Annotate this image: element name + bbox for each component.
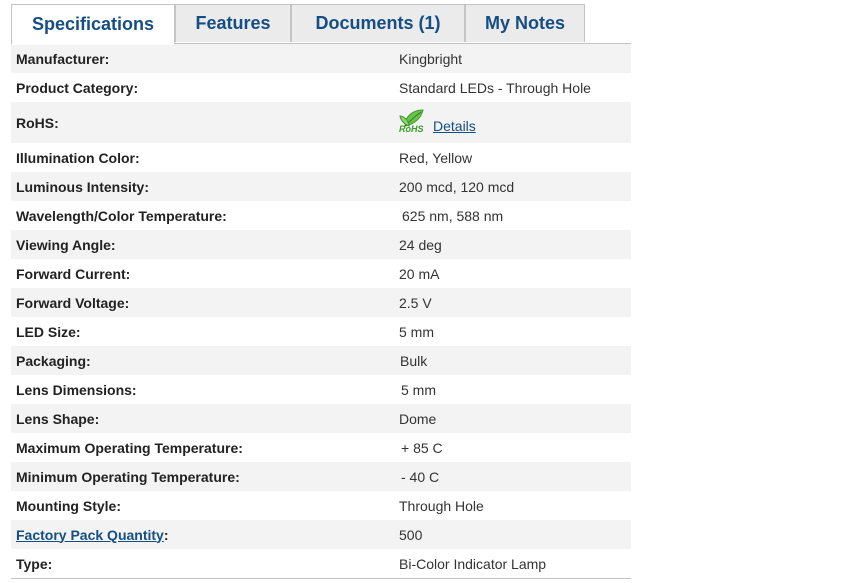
spec-value: Dome (399, 404, 631, 433)
spec-label: Lens Shape: (11, 404, 399, 433)
spec-label-factory-pack: Factory Pack Quantity: (11, 520, 399, 549)
spec-value: Through Hole (399, 491, 631, 520)
table-row: RoHS: RoHS Details (11, 102, 631, 143)
spec-value: 625 nm, 588 nm (399, 201, 631, 230)
table-row: Lens Dimensions: 5 mm (11, 375, 631, 404)
spec-value: 500 (399, 520, 631, 549)
spec-value: 20 mA (399, 259, 631, 288)
spec-value: 2.5 V (399, 288, 631, 317)
table-row: Forward Voltage: 2.5 V (11, 288, 631, 317)
spec-label: Type: (11, 549, 399, 578)
spec-label: RoHS: (11, 102, 399, 143)
table-row: Luminous Intensity: 200 mcd, 120 mcd (11, 172, 631, 201)
factory-pack-quantity-link[interactable]: Factory Pack Quantity (16, 527, 164, 543)
tab-documents[interactable]: Documents (1) (291, 4, 465, 42)
spec-value: - 40 C (399, 462, 631, 491)
spec-value: Kingbright (399, 44, 631, 73)
spec-value: Red, Yellow (399, 143, 631, 172)
spec-value: RoHS Details (399, 102, 631, 143)
spec-label: Viewing Angle: (11, 230, 399, 259)
table-row: Lens Shape: Dome (11, 404, 631, 433)
table-row: Product Category: Standard LEDs - Throug… (11, 73, 631, 102)
table-row: Mounting Style: Through Hole (11, 491, 631, 520)
tab-my-notes[interactable]: My Notes (465, 4, 585, 42)
rohs-compliance: RoHS Details (399, 108, 476, 134)
table-row: Wavelength/Color Temperature: 625 nm, 58… (11, 201, 631, 230)
table-row: Maximum Operating Temperature: + 85 C (11, 433, 631, 462)
table-row: LED Size: 5 mm (11, 317, 631, 346)
rohs-details-link[interactable]: Details (433, 118, 476, 134)
spec-value: Standard LEDs - Through Hole (399, 73, 631, 102)
specifications-table: Manufacturer: Kingbright Product Categor… (11, 44, 631, 578)
tab-bar: Specifications Features Documents (1) My… (11, 4, 585, 45)
table-row: Forward Current: 20 mA (11, 259, 631, 288)
label-colon: : (163, 526, 169, 543)
spec-label: Manufacturer: (11, 44, 399, 73)
tab-specifications[interactable]: Specifications (11, 4, 175, 45)
spec-label: Forward Current: (11, 259, 399, 288)
table-row: Packaging: Bulk (11, 346, 631, 375)
spec-value: 200 mcd, 120 mcd (399, 172, 631, 201)
table-bottom-border (11, 578, 631, 579)
table-row: Manufacturer: Kingbright (11, 44, 631, 73)
spec-label: LED Size: (11, 317, 399, 346)
spec-value: 24 deg (399, 230, 631, 259)
spec-value: 5 mm (399, 375, 631, 404)
table-row: Illumination Color: Red, Yellow (11, 143, 631, 172)
spec-label: Packaging: (11, 346, 399, 375)
rohs-badge-text: RoHS (399, 124, 424, 134)
spec-label: Lens Dimensions: (11, 375, 399, 404)
spec-value: 5 mm (399, 317, 631, 346)
table-row: Minimum Operating Temperature: - 40 C (11, 462, 631, 491)
spec-value: Bi-Color Indicator Lamp (399, 549, 631, 578)
spec-label: Luminous Intensity: (11, 172, 399, 201)
tab-features[interactable]: Features (175, 4, 291, 42)
table-row: Factory Pack Quantity: 500 (11, 520, 631, 549)
spec-label: Mounting Style: (11, 491, 399, 520)
table-row: Viewing Angle: 24 deg (11, 230, 631, 259)
spec-label: Wavelength/Color Temperature: (11, 201, 399, 230)
spec-value: Bulk (399, 346, 631, 375)
spec-label: Maximum Operating Temperature: (11, 433, 399, 462)
spec-value: + 85 C (399, 433, 631, 462)
spec-label: Forward Voltage: (11, 288, 399, 317)
spec-label: Illumination Color: (11, 143, 399, 172)
rohs-leaf-icon: RoHS (399, 108, 429, 134)
spec-label: Product Category: (11, 73, 399, 102)
table-row: Type: Bi-Color Indicator Lamp (11, 549, 631, 578)
spec-label: Minimum Operating Temperature: (11, 462, 399, 491)
